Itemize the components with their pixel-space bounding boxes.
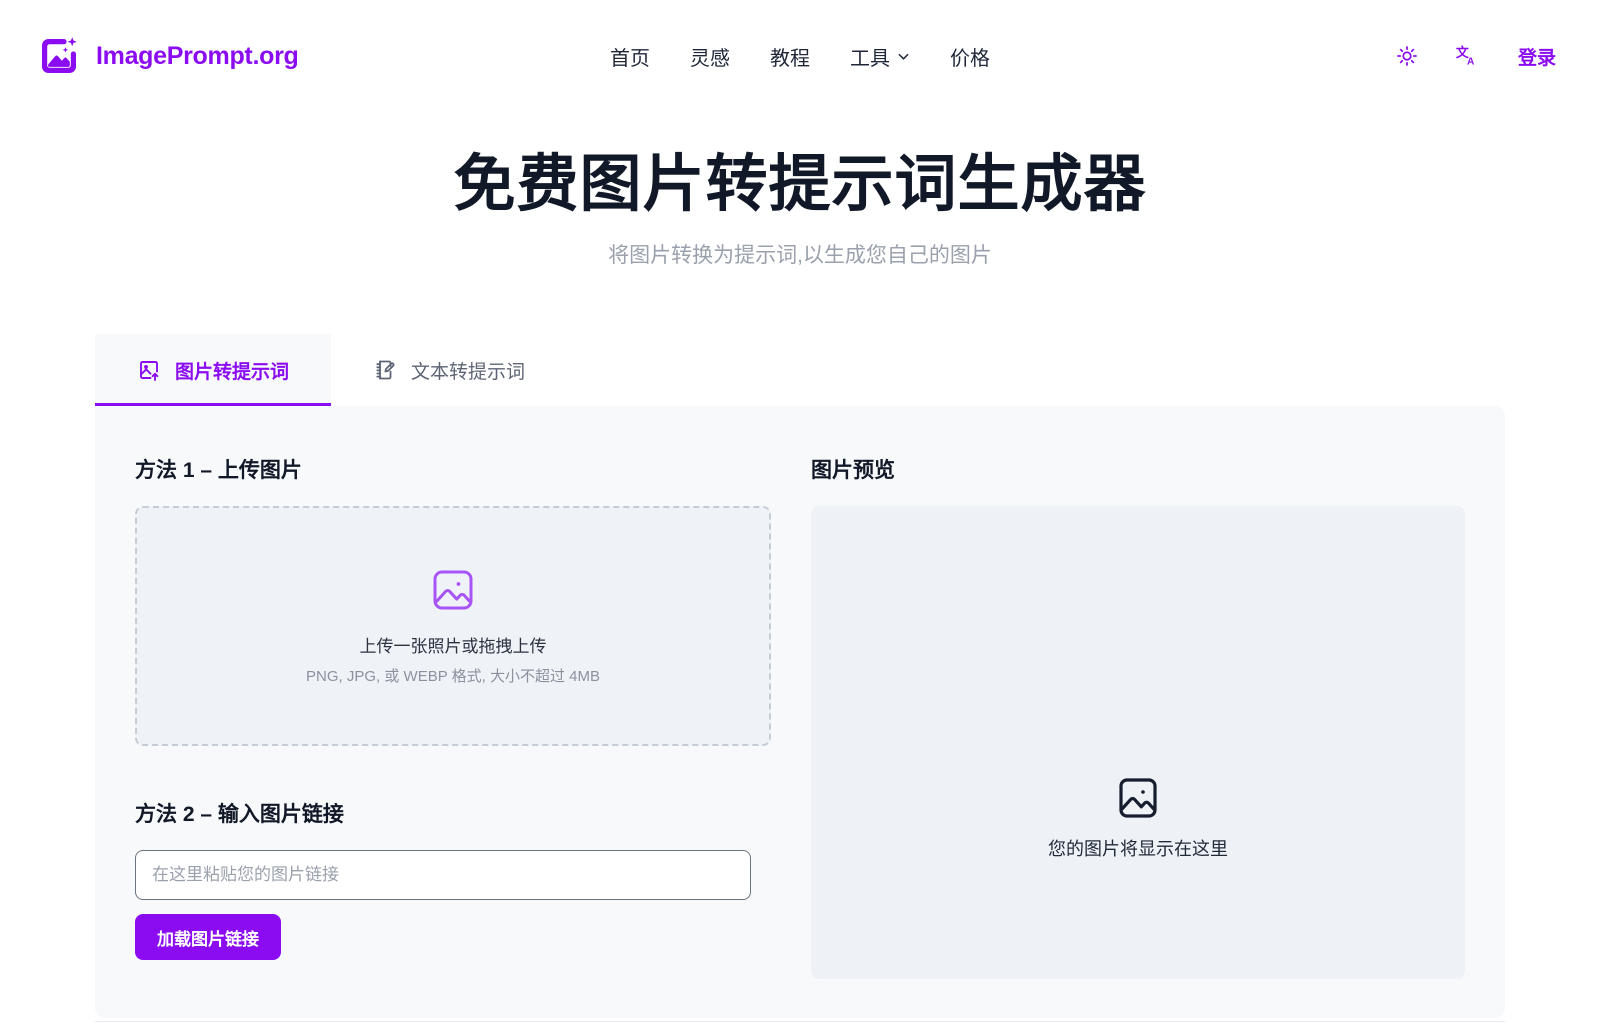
method-1-title: 方法 1 – 上传图片: [135, 459, 302, 482]
page-subtitle: 将图片转换为提示词,以生成您自己的图片: [608, 244, 992, 268]
nav-item-label: 灵感: [690, 47, 730, 70]
site-header: ImagePrompt.org 首页 灵感 教程 工具 价格 文 A 登录: [0, 0, 1600, 112]
tab-text-to-prompt[interactable]: 文本转提示词: [331, 334, 567, 406]
nav-item-tools[interactable]: 工具: [830, 34, 930, 79]
content-card: 方法 1 – 上传图片 上传一张照片或拖拽上传 PNG, JPG, 或 WEBP…: [95, 406, 1505, 1018]
image-icon: [429, 566, 477, 614]
login-button[interactable]: 登录: [1510, 37, 1564, 76]
preview-column: 图片预览 您的图片将显示在这里: [811, 454, 1465, 979]
brand-name: ImagePrompt.org: [96, 41, 299, 70]
image-url-input[interactable]: [135, 850, 751, 900]
nav-item-label: 价格: [950, 47, 990, 70]
method-2-section: 方法 2 – 输入图片链接 加载图片链接: [135, 798, 771, 960]
chevron-down-icon: [897, 50, 910, 63]
tab-label: 图片转提示词: [175, 361, 290, 383]
svg-text:A: A: [1467, 56, 1475, 67]
dropzone-main-text: 上传一张照片或拖拽上传: [359, 637, 547, 656]
hero-section: 免费图片转提示词生成器 将图片转换为提示词,以生成您自己的图片: [0, 150, 1600, 269]
tab-label: 文本转提示词: [411, 361, 526, 383]
nav-item-label: 工具: [850, 47, 890, 70]
image-sparkle-icon: [36, 33, 82, 79]
upload-column: 方法 1 – 上传图片 上传一张照片或拖拽上传 PNG, JPG, 或 WEBP…: [135, 454, 771, 979]
nav-item-pricing[interactable]: 价格: [930, 34, 1010, 79]
image-icon: [1115, 775, 1161, 821]
language-icon[interactable]: 文 A: [1450, 39, 1484, 73]
notebook-pencil-icon: [373, 357, 399, 383]
page-root: ImagePrompt.org 首页 灵感 教程 工具 价格 文 A 登录 免费…: [0, 0, 1600, 1026]
load-image-url-button[interactable]: 加载图片链接: [135, 914, 281, 960]
upload-dropzone[interactable]: 上传一张照片或拖拽上传 PNG, JPG, 或 WEBP 格式, 大小不超过 4…: [135, 506, 771, 746]
footer-divider: [95, 1021, 1505, 1022]
nav-item-home[interactable]: 首页: [590, 34, 670, 79]
preview-placeholder-text: 您的图片将显示在这里: [1048, 838, 1228, 859]
nav-item-inspiration[interactable]: 灵感: [670, 34, 750, 79]
preview-title: 图片预览: [811, 459, 895, 482]
header-actions: 文 A 登录: [1390, 0, 1564, 112]
method-2-title: 方法 2 – 输入图片链接: [135, 803, 344, 826]
nav-item-label: 教程: [770, 47, 810, 70]
nav-item-label: 首页: [610, 47, 650, 70]
dropzone-sub-text: PNG, JPG, 或 WEBP 格式, 大小不超过 4MB: [306, 668, 600, 685]
tab-image-to-prompt[interactable]: 图片转提示词: [95, 334, 332, 406]
page-title: 免费图片转提示词生成器: [453, 150, 1147, 219]
tab-bar: 图片转提示词 文本转提示词: [95, 334, 1505, 406]
sun-icon[interactable]: [1390, 39, 1424, 73]
nav-item-tutorial[interactable]: 教程: [750, 34, 830, 79]
image-preview-panel: 您的图片将显示在这里: [811, 506, 1465, 979]
brand-logo[interactable]: ImagePrompt.org: [36, 33, 299, 79]
image-upload-icon: [137, 357, 163, 383]
